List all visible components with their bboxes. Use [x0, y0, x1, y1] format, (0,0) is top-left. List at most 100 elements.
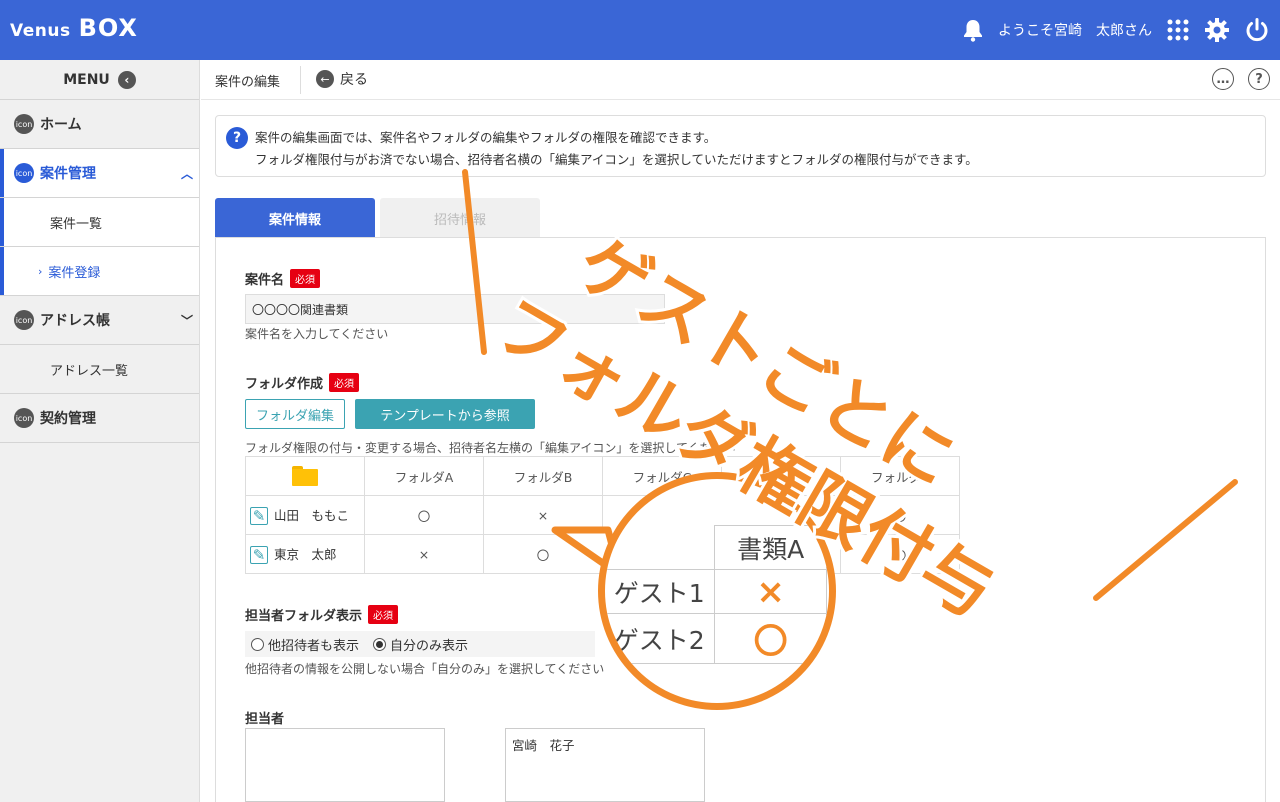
home-icon: icon: [14, 114, 34, 134]
folder-header-cell: [245, 456, 365, 496]
case-name-help: 案件名を入力してください: [245, 327, 389, 341]
radio-label: 他招待者も表示: [268, 638, 360, 654]
collapse-menu-icon[interactable]: ‹: [117, 70, 136, 89]
table-header: フォルダA: [364, 456, 484, 496]
power-icon[interactable]: [1244, 17, 1270, 43]
sidebar-subitem-case-list[interactable]: 案件一覧: [0, 198, 199, 247]
table-header: フォルダD: [721, 456, 841, 496]
sidebar-item-label: アドレス一覧: [50, 363, 129, 379]
permission-cell: [602, 495, 722, 535]
address-book-icon: icon: [14, 310, 34, 330]
sidebar-item-case-management[interactable]: icon 案件管理 ︿: [0, 149, 199, 198]
sidebar-item-label: 案件登録: [48, 265, 101, 281]
toolbar-divider: [300, 66, 301, 94]
sidebar-item-label: 契約管理: [40, 411, 96, 427]
contract-icon: icon: [14, 408, 34, 428]
back-button[interactable]: ← 戻る: [316, 69, 368, 89]
display-setting-label: 担当者フォルダ表示 必須: [245, 605, 399, 624]
required-badge: 必須: [368, 605, 399, 624]
table-row: ✎ 東京 太郎 × 〇 〇: [245, 534, 960, 574]
radio-circle: [373, 637, 387, 651]
logo-big-text: BOX: [78, 14, 138, 42]
guest-name-cell: ✎ 山田 ももこ: [245, 495, 365, 535]
user-name: 太郎さん: [1096, 23, 1152, 39]
chevron-up-icon: ︿: [180, 166, 193, 181]
folder-create-label-text: フォルダ作成: [245, 377, 324, 392]
folder-create-label: フォルダ作成 必須: [245, 373, 360, 392]
guest-name: 東京 太郎: [274, 546, 337, 562]
sidebar-item-address-book[interactable]: icon アドレス帳 ﹀: [0, 296, 199, 345]
staff-list-left[interactable]: [245, 728, 445, 802]
apps-grid-icon[interactable]: [1166, 18, 1190, 42]
required-badge: 必須: [329, 373, 360, 392]
sidebar-item-label: アドレス帳: [40, 313, 110, 329]
help-icon[interactable]: ?: [1248, 68, 1270, 90]
tab-case-info[interactable]: 案件情報: [215, 198, 375, 238]
bell-icon[interactable]: [962, 18, 984, 42]
info-box: ? 案件の編集画面では、案件名やフォルダの編集やフォルダの権限を確認できます。 …: [215, 115, 1266, 177]
app-header: Venus BOX ようこそ宮崎 太郎さん: [0, 0, 1280, 60]
edit-icon[interactable]: ✎: [250, 546, 268, 565]
case-name-label: 案件名 必須: [245, 269, 321, 288]
chat-icon[interactable]: …: [1212, 68, 1234, 90]
staff-list-right[interactable]: 宮崎 花子: [505, 728, 705, 802]
folder-permission-table: フォルダA フォルダB フォルダC フォルダD フォルダE ✎ 山田 ももこ 〇 …: [245, 456, 960, 574]
menu-label: MENU: [63, 71, 110, 88]
display-setting-label-text: 担当者フォルダ表示: [245, 609, 363, 624]
permission-cell: [721, 495, 841, 535]
display-help: 他招待者の情報を公開しない場合「自分のみ」を選択してください: [245, 662, 605, 676]
template-reference-button[interactable]: テンプレートから参照: [355, 399, 535, 429]
gear-icon[interactable]: [1204, 17, 1230, 43]
staff-label: 担当者: [245, 708, 284, 727]
table-row: ✎ 山田 ももこ 〇 × 〇: [245, 495, 960, 535]
guest-name-cell: ✎ 東京 太郎: [245, 534, 365, 574]
folder-help: フォルダ権限の付与・変更する場合、招待者名左横の「編集アイコン」を選択してくださ…: [245, 441, 736, 455]
menu-header[interactable]: MENU ‹: [0, 60, 199, 100]
sidebar-item-home[interactable]: icon ホーム: [0, 100, 199, 149]
sidebar: MENU ‹ icon ホーム icon 案件管理 ︿ 案件一覧 › 案件登録 …: [0, 60, 200, 802]
guest-name: 山田 ももこ: [274, 507, 350, 523]
sidebar-subitem-address-list[interactable]: アドレス一覧: [0, 345, 199, 394]
tab-invite-info[interactable]: 招待情報: [380, 198, 540, 238]
case-name-input[interactable]: 〇〇〇〇関連書類: [245, 294, 665, 324]
permission-cell: 〇: [840, 495, 960, 535]
welcome-text: ようこそ宮崎: [998, 23, 1082, 39]
sidebar-item-label: 案件管理: [40, 166, 96, 182]
permission-cell: 〇: [483, 534, 603, 574]
table-header: フォルダE: [840, 456, 960, 496]
back-label: 戻る: [340, 72, 368, 88]
sidebar-item-contract-management[interactable]: icon 契約管理: [0, 394, 199, 443]
folder-edit-button[interactable]: フォルダ編集: [245, 399, 345, 429]
info-text-line1: 案件の編集画面では、案件名やフォルダの編集やフォルダの権限を確認できます。: [255, 130, 717, 145]
table-header: フォルダC: [602, 456, 722, 496]
permission-cell: [602, 534, 722, 574]
permission-cell: ×: [364, 534, 484, 574]
case-icon: icon: [14, 163, 34, 183]
sidebar-item-label: 案件一覧: [50, 216, 103, 232]
sidebar-subitem-case-register[interactable]: › 案件登録: [0, 247, 199, 296]
permission-cell: 〇: [840, 534, 960, 574]
staff-entry: 宮崎 花子: [512, 738, 575, 753]
chevron-down-icon: ﹀: [180, 313, 193, 328]
content-toolbar: 案件の編集 ← 戻る … ?: [201, 60, 1280, 100]
staff-label-text: 担当者: [245, 712, 285, 727]
logo-small-text: Venus: [10, 21, 71, 41]
page-title: 案件の編集: [215, 75, 281, 90]
table-header: フォルダB: [483, 456, 603, 496]
radio-show-others[interactable]: 他招待者も表示: [251, 635, 359, 654]
folder-icon: [292, 466, 318, 486]
case-name-label-text: 案件名: [245, 273, 285, 288]
question-icon: ?: [226, 127, 248, 149]
table-header-row: フォルダA フォルダB フォルダC フォルダD フォルダE: [245, 456, 960, 496]
permission-cell: ×: [483, 495, 603, 535]
app-logo[interactable]: Venus BOX: [10, 14, 138, 42]
chevron-right-icon: ›: [38, 264, 43, 278]
radio-circle: [251, 637, 264, 651]
info-text-line2: フォルダ権限付与がお済でない場合、招待者名横の「編集アイコン」を選択していただけ…: [255, 152, 978, 167]
display-radio-group: 他招待者も表示 自分のみ表示: [245, 631, 595, 657]
edit-icon[interactable]: ✎: [250, 507, 268, 526]
sidebar-item-label: ホーム: [40, 117, 82, 133]
radio-self-only[interactable]: 自分のみ表示: [373, 635, 468, 654]
back-arrow-icon: ←: [316, 70, 334, 88]
permission-cell: [721, 534, 841, 574]
